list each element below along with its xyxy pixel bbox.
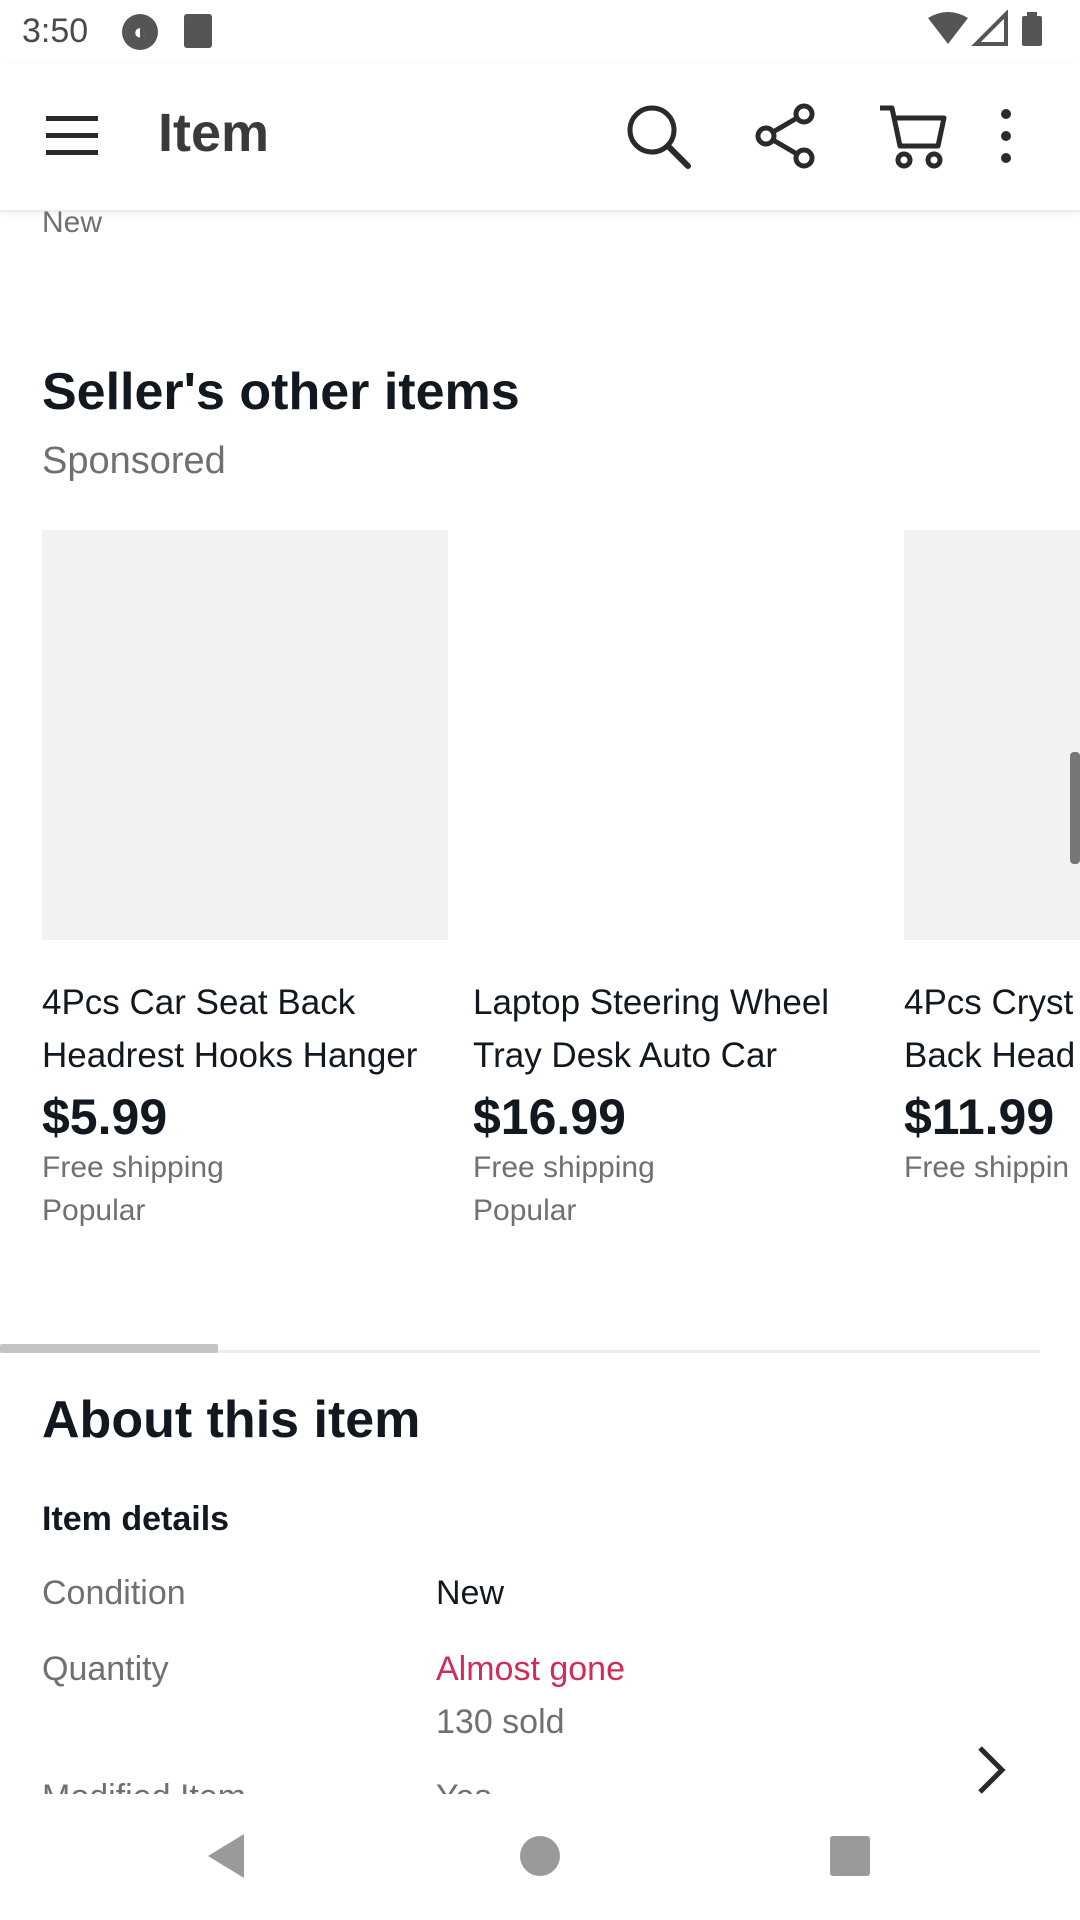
chevron-right-icon[interactable] xyxy=(970,1740,1010,1800)
recents-icon[interactable] xyxy=(818,1824,882,1888)
product-title-line2: Tray Desk Auto Car xyxy=(473,1036,778,1075)
carousel-scroll-indicator xyxy=(1070,752,1080,864)
app-bar: Item xyxy=(0,64,1080,212)
sold-count: 130 sold xyxy=(436,1703,565,1741)
product-shipping: Free shipping xyxy=(473,1151,655,1184)
item-details-heading: Item details xyxy=(42,1500,230,1538)
product-image[interactable] xyxy=(904,530,1080,940)
product-price: $11.99 xyxy=(904,1089,1055,1145)
about-title: About this item xyxy=(42,1391,421,1449)
product-image[interactable] xyxy=(473,530,879,940)
system-nav-bar xyxy=(0,1794,1080,1920)
modified-item-label: Modified Item xyxy=(42,1778,246,1794)
product-shipping: Free shippin xyxy=(904,1151,1070,1184)
condition-value: New xyxy=(436,1574,505,1612)
sd-card-icon xyxy=(184,14,212,48)
status-right-icons xyxy=(928,10,1042,46)
product-tag: Popular xyxy=(42,1194,146,1227)
product-image[interactable] xyxy=(42,530,448,940)
condition-label: Condition xyxy=(42,1574,186,1612)
battery-icon xyxy=(1022,16,1042,46)
product-title-line2: Headrest Hooks Hanger xyxy=(42,1036,418,1075)
sellers-items-title: Seller's other items xyxy=(42,363,520,421)
home-icon[interactable] xyxy=(508,1824,572,1888)
product-card[interactable]: 4Pcs Car Seat Back Headrest Hooks Hanger… xyxy=(42,530,452,1232)
more-vert-icon[interactable] xyxy=(986,98,1026,174)
product-tag: Popular xyxy=(473,1194,577,1227)
back-icon[interactable] xyxy=(196,1824,260,1888)
modified-item-value: Yes xyxy=(436,1778,491,1794)
quantity-value: Almost gone xyxy=(436,1650,625,1688)
menu-icon[interactable] xyxy=(44,108,100,164)
signal-icon xyxy=(971,10,1008,46)
status-time: 3:50 xyxy=(22,12,89,50)
product-title-line1: 4Pcs Cryst xyxy=(904,983,1074,1022)
quantity-label: Quantity xyxy=(42,1650,169,1688)
wifi-icon xyxy=(928,12,968,44)
previous-section-cut-text: New xyxy=(42,206,103,239)
sponsored-label: Sponsored xyxy=(42,440,226,482)
page-title: Item xyxy=(158,103,270,163)
product-title-line1: Laptop Steering Wheel xyxy=(473,983,830,1022)
product-price: $16.99 xyxy=(473,1089,626,1145)
product-shipping: Free shipping xyxy=(42,1151,224,1184)
product-title-line2: Back Head xyxy=(904,1036,1076,1075)
share-icon[interactable] xyxy=(748,98,824,174)
product-card[interactable]: Laptop Steering Wheel Tray Desk Auto Car… xyxy=(473,530,883,1232)
product-price: $5.99 xyxy=(42,1089,168,1145)
shield-circle-icon: ◐ xyxy=(122,14,158,50)
cart-icon[interactable] xyxy=(876,98,952,174)
carousel-progress-indicator xyxy=(0,1344,218,1353)
search-icon[interactable] xyxy=(620,98,696,174)
product-title-line1: 4Pcs Car Seat Back xyxy=(42,983,356,1022)
status-bar: 3:50 ◐ xyxy=(0,0,1080,64)
product-card[interactable]: 4Pcs Cryst Back Head $11.99 Free shippin xyxy=(904,530,1080,1189)
